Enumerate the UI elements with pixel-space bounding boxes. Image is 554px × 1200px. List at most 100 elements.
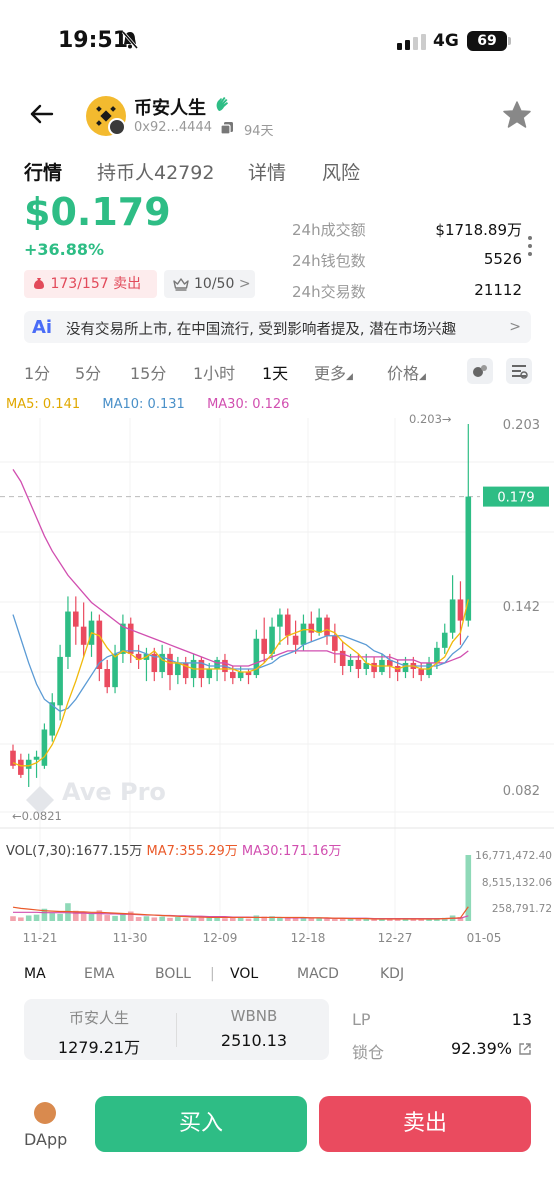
indicator-divider: | bbox=[210, 966, 215, 982]
indicator-kdj[interactable]: KDJ bbox=[380, 966, 404, 982]
pool-token-b-name: WBNB bbox=[230, 1007, 278, 1025]
dapp-label[interactable]: DApp bbox=[24, 1130, 67, 1149]
volume-axis-label: 258,791.72 bbox=[492, 903, 552, 915]
stat-value: 5526 bbox=[483, 250, 522, 268]
vol-ma30-legend: MA30:171.16万 bbox=[241, 844, 342, 859]
buy-sell-count-badge[interactable]: 173/157 卖出 bbox=[24, 270, 157, 298]
candle-body bbox=[33, 756, 40, 760]
interval-1m[interactable]: 1分 bbox=[24, 360, 50, 384]
interval-15m[interactable]: 15分 bbox=[130, 360, 166, 384]
buy-count: 173 bbox=[50, 276, 78, 292]
tab-market[interactable]: 行情 bbox=[24, 158, 62, 185]
candle-body bbox=[371, 662, 377, 673]
lock-value: 92.39% bbox=[450, 1039, 512, 1058]
volume-bar bbox=[135, 917, 142, 921]
back-arrow-icon[interactable] bbox=[28, 100, 56, 128]
indicator-boll[interactable]: BOLL bbox=[155, 966, 191, 982]
more-vertical-icon[interactable] bbox=[527, 235, 533, 257]
candle-body bbox=[104, 669, 110, 688]
volume-bar bbox=[10, 916, 16, 921]
indicator-vol[interactable]: VOL bbox=[230, 966, 258, 982]
volume-bar bbox=[57, 913, 63, 921]
bottom-action-bar: DApp 买入 卖出 bbox=[0, 1088, 554, 1158]
stat-row: 24h成交额 $1718.89万 bbox=[292, 219, 522, 243]
stat-value: 21112 bbox=[474, 281, 522, 299]
volume-bar bbox=[104, 915, 110, 921]
volume-bar bbox=[237, 917, 244, 921]
price-chart[interactable]: Ave Pro 0.203 0.142 0.082 0.179 0.203→ ←0.0821… bbox=[0, 410, 554, 950]
candle-body bbox=[237, 672, 244, 679]
candle-body bbox=[261, 638, 267, 654]
star-favorite-icon[interactable] bbox=[502, 100, 532, 130]
candle-body bbox=[347, 659, 354, 666]
status-time: 19:51 bbox=[58, 28, 129, 53]
current-price-tag-label: 0.179 bbox=[497, 491, 534, 506]
interval-more-label: 更多 bbox=[314, 364, 347, 383]
candle-body bbox=[316, 617, 322, 633]
token-age: 94天 bbox=[244, 124, 274, 139]
tab-risk[interactable]: 风险 bbox=[322, 158, 360, 185]
interval-price-mode[interactable]: 价格◢ bbox=[387, 360, 426, 384]
volume-bar bbox=[253, 915, 260, 921]
caret-down-icon: ◢ bbox=[346, 372, 353, 382]
volume-bar bbox=[112, 915, 118, 921]
volume-bar bbox=[465, 855, 472, 921]
candle-body bbox=[41, 729, 48, 766]
sell-button[interactable]: 卖出 bbox=[319, 1096, 531, 1152]
price-axis-label: 0.082 bbox=[503, 784, 540, 799]
interval-1d[interactable]: 1天 bbox=[262, 360, 288, 384]
candle-body bbox=[80, 626, 87, 645]
signal-icon bbox=[397, 34, 426, 50]
x-axis-label: 11-21 bbox=[23, 931, 58, 945]
price-axis-label: 0.203 bbox=[503, 418, 540, 433]
liquidity-pool-box: 币安人生 1279.21万 WBNB 2510.13 bbox=[24, 999, 329, 1060]
price-change: +36.88% bbox=[24, 240, 105, 259]
volume-legend: VOL(7,30):1677.15万 MA7:355.29万 MA30:171.… bbox=[6, 840, 341, 859]
interval-5m[interactable]: 5分 bbox=[75, 360, 101, 384]
wave-hand-icon bbox=[216, 97, 228, 111]
candle-body bbox=[292, 635, 299, 645]
candle-body bbox=[112, 653, 118, 688]
candle-body bbox=[284, 614, 291, 636]
token-header: 币安人生 0x92...4444 94天 bbox=[0, 86, 554, 146]
volume-bar bbox=[25, 915, 32, 921]
interval-1h[interactable]: 1小时 bbox=[193, 360, 235, 384]
copy-icon[interactable] bbox=[220, 121, 234, 135]
x-axis-label: 12-27 bbox=[378, 931, 413, 945]
indicator-tool-icon[interactable] bbox=[467, 358, 493, 384]
indicator-ma[interactable]: MA bbox=[24, 966, 46, 982]
candle-body bbox=[300, 623, 307, 645]
candle-body bbox=[18, 759, 24, 775]
volume-bar bbox=[88, 913, 95, 921]
volume-bar bbox=[167, 917, 173, 921]
ai-summary-banner[interactable]: Ai 没有交易所上市, 在中国流行, 受到影响者提及, 潜在市场兴趣 > bbox=[24, 311, 531, 343]
buy-button[interactable]: 买入 bbox=[95, 1096, 307, 1152]
indicator-macd[interactable]: MACD bbox=[297, 966, 339, 982]
rank-badge[interactable]: 10/50 > bbox=[164, 270, 255, 298]
candle-body bbox=[167, 653, 173, 676]
lp-label: LP bbox=[352, 1010, 371, 1029]
pancake-bunny-icon[interactable] bbox=[34, 1102, 56, 1124]
stat-row: 24h钱包数 5526 bbox=[292, 250, 522, 274]
tab-details[interactable]: 详情 bbox=[248, 158, 286, 185]
pool-token-b-amount: 2510.13 bbox=[220, 1031, 288, 1050]
chart-settings-icon[interactable] bbox=[506, 358, 532, 384]
price-mode-label: 价格 bbox=[387, 364, 420, 383]
x-axis-label: 12-18 bbox=[291, 931, 326, 945]
caret-down-icon: ◢ bbox=[419, 372, 426, 382]
external-link-icon[interactable] bbox=[518, 1042, 532, 1056]
low-marker-label: ←0.0821 bbox=[12, 809, 62, 823]
indicator-ema[interactable]: EMA bbox=[84, 966, 115, 982]
ma5-line bbox=[12, 599, 469, 767]
interval-more[interactable]: 更多◢ bbox=[314, 360, 353, 384]
sell-word: 卖出 bbox=[108, 276, 142, 292]
candle-body bbox=[57, 656, 63, 706]
volume-bar bbox=[355, 919, 362, 921]
chevron-right-icon: > bbox=[238, 276, 251, 292]
x-axis-label: 01-05 bbox=[467, 931, 502, 945]
x-axis-label: 11-30 bbox=[113, 931, 148, 945]
tab-holders[interactable]: 持币人42792 bbox=[97, 158, 214, 185]
ai-icon: Ai bbox=[32, 317, 53, 338]
stat-row-clipped bbox=[292, 188, 522, 198]
crown-icon bbox=[173, 278, 189, 291]
